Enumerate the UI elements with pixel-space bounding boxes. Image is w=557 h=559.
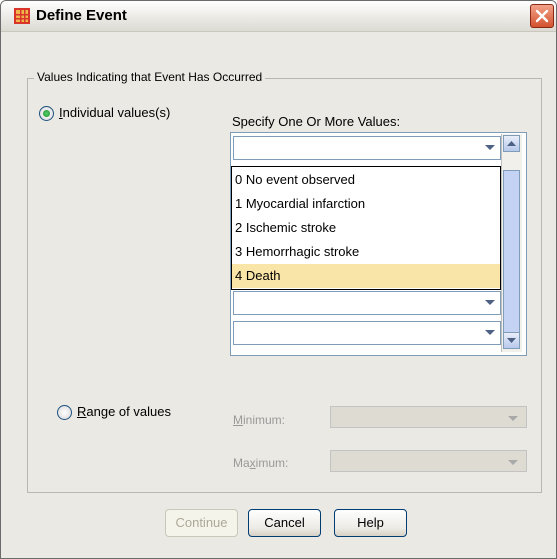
- continue-button[interactable]: Continue: [165, 509, 238, 537]
- define-event-dialog: Define Event Values Indicating that Even…: [0, 0, 557, 559]
- dropdown-option[interactable]: 0 No event observed: [232, 168, 500, 192]
- dropdown-option-selected[interactable]: 4 Death: [232, 264, 500, 288]
- arrow-up-icon: [507, 141, 516, 146]
- chevron-down-icon[interactable]: [485, 300, 495, 305]
- dropdown-option[interactable]: 3 Hemorrhagic stroke: [232, 240, 500, 264]
- chevron-down-icon[interactable]: [485, 145, 495, 150]
- chevron-down-icon[interactable]: [508, 416, 518, 421]
- scroll-down-button[interactable]: [503, 332, 520, 349]
- scroll-thumb[interactable]: [503, 170, 520, 346]
- minimum-label: Minimum:: [233, 413, 286, 427]
- range-of-values-radio[interactable]: [57, 405, 72, 420]
- help-button[interactable]: Help: [334, 509, 407, 537]
- chevron-down-icon[interactable]: [485, 330, 495, 335]
- individual-values-label[interactable]: Individual values(s): [59, 105, 170, 120]
- value-combo-1[interactable]: [233, 136, 501, 160]
- minimum-combo[interactable]: [330, 406, 527, 428]
- chevron-down-icon[interactable]: [508, 460, 518, 465]
- window-title: Define Event: [36, 7, 127, 24]
- arrow-down-icon: [507, 338, 516, 343]
- value-combo-3[interactable]: [233, 321, 501, 345]
- radio-selected-dot: [43, 110, 50, 117]
- title-bar[interactable]: Define Event: [1, 1, 556, 32]
- cancel-button[interactable]: Cancel: [248, 509, 321, 537]
- close-button[interactable]: [530, 4, 554, 28]
- group-legend: Values Indicating that Event Has Occurre…: [34, 70, 266, 84]
- specify-values-label: Specify One Or More Values:: [232, 114, 401, 129]
- range-of-values-label[interactable]: Range of values: [77, 404, 171, 419]
- value-combo-2[interactable]: [233, 291, 501, 315]
- individual-values-radio[interactable]: [39, 106, 54, 121]
- maximum-combo[interactable]: [330, 450, 527, 472]
- spreadsheet-icon: [14, 8, 30, 24]
- value-dropdown-list[interactable]: 0 No event observed 1 Myocardial infarct…: [231, 166, 501, 290]
- dropdown-option[interactable]: 2 Ischemic stroke: [232, 216, 500, 240]
- scroll-up-button[interactable]: [503, 135, 520, 152]
- dropdown-option[interactable]: 1 Myocardial infarction: [232, 192, 500, 216]
- maximum-label: Maximum:: [233, 456, 289, 470]
- close-icon: [535, 9, 549, 23]
- values-scrollbar[interactable]: [501, 134, 522, 352]
